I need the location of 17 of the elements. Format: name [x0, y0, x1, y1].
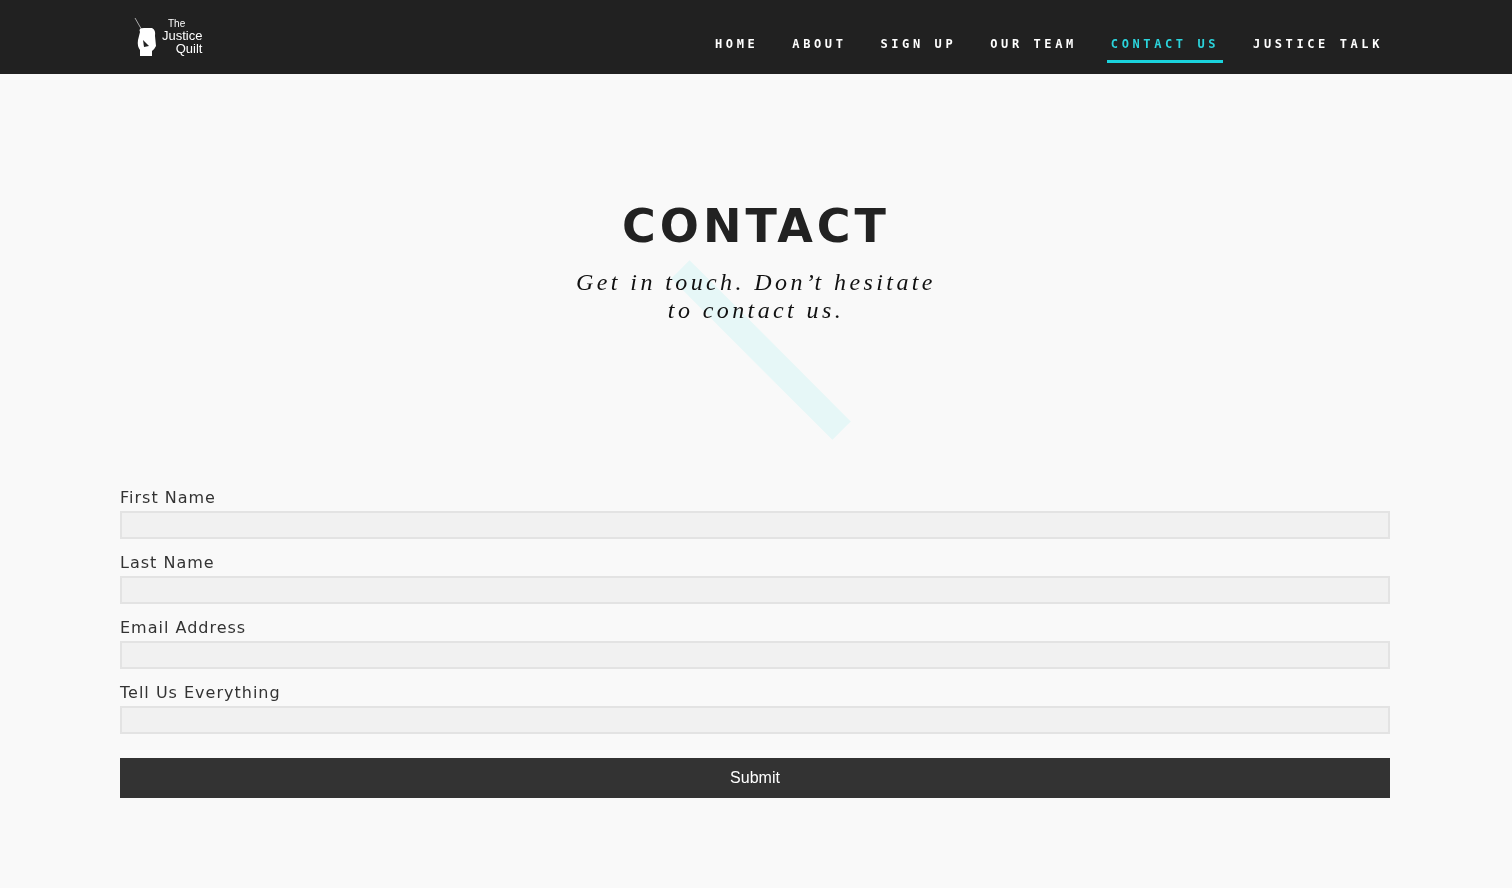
nav-link[interactable]: ABOUT	[775, 27, 864, 63]
nav-link[interactable]: JUSTICE TALK	[1236, 27, 1400, 63]
nav-link[interactable]: CONTACT US	[1106, 27, 1224, 63]
logo-text: Justice	[162, 29, 203, 42]
page-title: CONTACT	[622, 200, 890, 252]
field-label: First Name	[120, 488, 216, 507]
field-label: Email Address	[120, 618, 247, 637]
nav-link[interactable]: HOME	[698, 27, 776, 63]
nav-link[interactable]: OUR TEAM	[973, 27, 1094, 63]
logo-text: The	[168, 19, 186, 29]
logo-text: Quilt	[175, 42, 203, 55]
field-label: Tell Us Everything	[120, 683, 281, 702]
subtitle: Get in touch. Don’t hesitate	[576, 268, 936, 296]
nav-link[interactable]: SIGN UP	[863, 27, 974, 63]
subtitle: to contact us.	[667, 296, 845, 324]
submit-button[interactable]: Submit	[120, 758, 1390, 798]
field-label: Last Name	[120, 553, 215, 572]
